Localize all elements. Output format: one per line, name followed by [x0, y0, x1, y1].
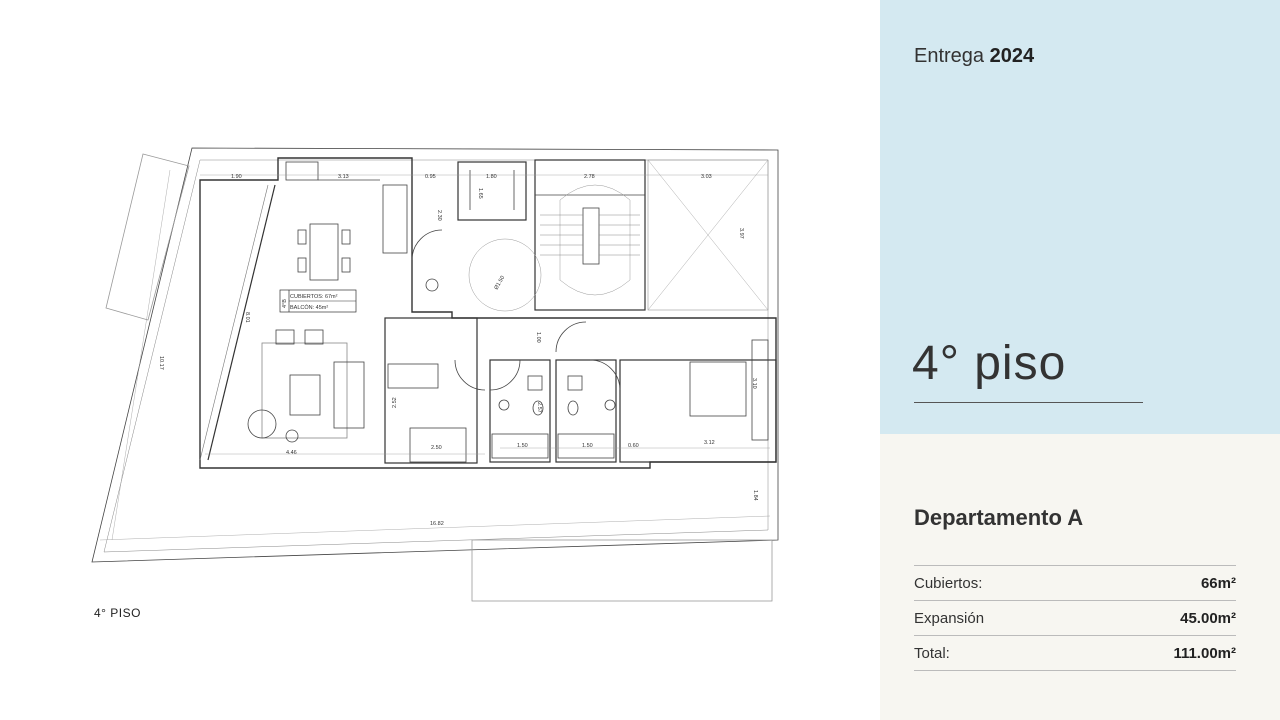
spec-table: Cubiertos: 66m² Expansión 45.00m² Total:… [914, 565, 1236, 671]
area-box-unit: 4°B [282, 299, 288, 308]
info-panel-bottom: Departamento A Cubiertos: 66m² Expansión… [880, 434, 1280, 720]
area-box-balcony: BALCÓN: 45m² [290, 304, 328, 311]
delivery-line: Entrega 2024 [914, 45, 1034, 68]
spec-label: Total: [914, 644, 950, 662]
spec-row-expansion: Expansión 45.00m² [914, 601, 1236, 636]
dining-table [309, 223, 339, 281]
bottom-balcony [471, 539, 773, 602]
plan-caption: 4° PISO [94, 606, 141, 620]
dim-label: 2.50 [431, 445, 442, 451]
spec-label: Expansión [914, 609, 985, 627]
spec-row-covered: Cubiertos: 66m² [914, 566, 1236, 601]
dim-label: 1.90 [231, 174, 242, 180]
floor-title: 4° piso [912, 337, 1067, 390]
dim-label: 1.65 [477, 188, 483, 199]
elevator [457, 161, 527, 221]
dim-label: 3.12 [704, 440, 715, 446]
dim-label: 1.84 [752, 490, 758, 501]
apartment-outline [199, 157, 777, 469]
terrace-outline [91, 147, 779, 563]
floor-title-rule [914, 402, 1143, 403]
delivery-label: Entrega [914, 45, 985, 67]
spec-value: 45.00m² [1180, 609, 1236, 627]
hall-turning-circle [468, 238, 542, 312]
dim-label: 3.10 [751, 378, 757, 389]
dim-label: 2.30 [436, 210, 442, 221]
dim-label: 0.95 [425, 174, 436, 180]
kitchen-counter [382, 184, 408, 254]
spec-value: 111.00m² [1173, 644, 1236, 662]
dim-label: 3.13 [338, 174, 349, 180]
info-panel-top: Entrega 2024 4° piso [880, 0, 1280, 434]
dim-label: 3.97 [738, 228, 744, 239]
floor-plan-area: 1.90 3.13 0.95 1.80 2.78 3.03 2.30 1.65 … [0, 0, 880, 720]
dim-label: 16.82 [430, 521, 444, 527]
left-balcony [105, 153, 190, 321]
dim-label: 0.60 [628, 443, 639, 449]
dim-label: 2.78 [584, 174, 595, 180]
spec-value: 66m² [1200, 574, 1236, 592]
dim-label: 8.01 [244, 312, 250, 323]
spec-label: Cubiertos: [914, 574, 983, 592]
dim-label: 1.50 [582, 443, 593, 449]
terrace-inner [103, 159, 769, 553]
apartment-title: Departamento A [914, 505, 1084, 530]
spec-row-total: Total: 111.00m² [914, 636, 1236, 671]
dim-label: 10.17 [158, 356, 164, 370]
dim-label: 2.52 [392, 397, 398, 408]
dim-label: Ø1.50 [494, 275, 507, 291]
dim-label: 1.50 [517, 443, 528, 449]
bedroom-1 [384, 317, 478, 464]
area-box-covered: CUBIERTOS: 67m² [290, 294, 338, 300]
area-box: CUBIERTOS: 67m² BALCÓN: 45m² 4°B [279, 289, 357, 313]
dim-label: 2.57 [536, 402, 542, 413]
dim-label: 1.00 [535, 332, 541, 343]
bedroom-2 [619, 359, 777, 463]
delivery-year: 2024 [989, 45, 1035, 67]
dim-label: 4.46 [286, 450, 297, 456]
dim-label: 1.80 [486, 174, 497, 180]
dim-label: 3.03 [701, 174, 712, 180]
bed [689, 361, 747, 417]
